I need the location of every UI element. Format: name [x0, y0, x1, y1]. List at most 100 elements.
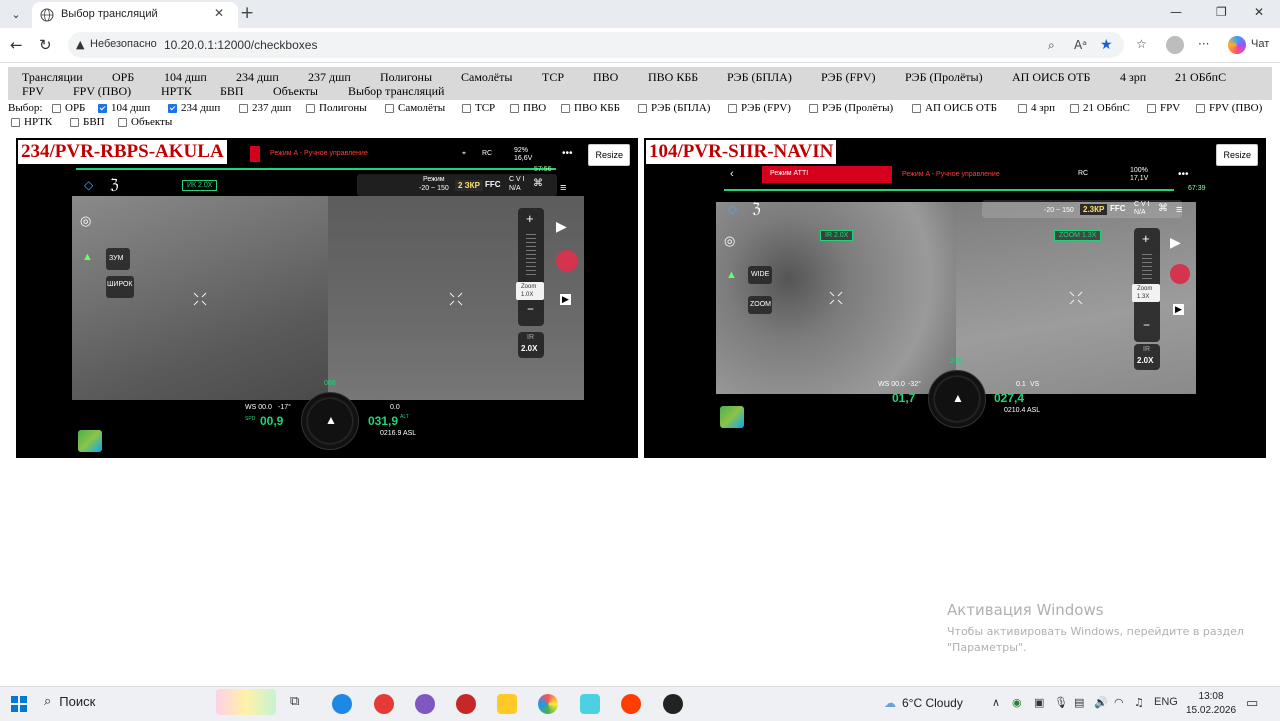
checkbox[interactable]: [1070, 103, 1079, 113]
nav-link[interactable]: ПВО КББ: [648, 70, 698, 85]
zoom-mode-button[interactable]: ЗУМ: [106, 248, 130, 270]
zoom-slider[interactable]: [526, 234, 536, 276]
checkbox-label[interactable]: Самолёты: [398, 102, 445, 114]
checkbox-item[interactable]: ПВО: [510, 102, 546, 114]
checkbox[interactable]: [638, 103, 647, 113]
language-indicator[interactable]: ENG: [1154, 696, 1178, 708]
nav-link[interactable]: 21 ОБбпС: [1175, 70, 1226, 85]
record-button[interactable]: [1170, 264, 1190, 284]
checkbox-label[interactable]: РЭБ (FPV): [741, 102, 791, 114]
settings-sliders-icon[interactable]: ≡: [1176, 204, 1182, 216]
zoom-in-icon[interactable]: +: [1142, 231, 1150, 246]
target-lock-icon[interactable]: ◎: [80, 213, 91, 229]
notification-icon[interactable]: ▭: [1246, 696, 1258, 711]
checkbox-item[interactable]: РЭБ (FPV): [728, 102, 791, 114]
ffc-button[interactable]: FFC: [1110, 204, 1126, 213]
ffc-button[interactable]: FFC: [485, 180, 501, 189]
zoom-mode-label[interactable]: ЗУМ: [109, 255, 123, 262]
checkbox-item[interactable]: 234 дшп: [168, 102, 220, 114]
wide-mode-button[interactable]: ШИРОК: [106, 276, 134, 298]
checkbox[interactable]: [239, 103, 248, 113]
search-label[interactable]: Поиск: [59, 694, 95, 709]
resize-button[interactable]: Resize: [1216, 144, 1258, 166]
checkbox-label[interactable]: Полигоны: [319, 102, 367, 114]
checkbox-item[interactable]: 237 дшп: [239, 102, 291, 114]
checkbox-label[interactable]: ПВО: [523, 102, 546, 114]
nav-link[interactable]: 234 дшп: [236, 70, 279, 85]
zoom-out-icon[interactable]: −: [1143, 318, 1150, 332]
app-icon[interactable]: [580, 694, 600, 714]
video-camera-icon[interactable]: ▶︎: [1170, 234, 1181, 251]
checkbox-item[interactable]: НРТК: [11, 116, 52, 128]
yandex-icon[interactable]: [374, 694, 394, 714]
checkbox-label[interactable]: ОРБ: [65, 102, 85, 114]
nav-link[interactable]: FPV (ПВО): [73, 84, 131, 99]
app-icon[interactable]: [456, 694, 476, 714]
waypoint-icon[interactable]: ◇: [84, 178, 93, 192]
task-view-icon[interactable]: ⧉: [290, 694, 310, 714]
nav-link[interactable]: РЭБ (Пролёты): [905, 70, 983, 85]
checkbox-label[interactable]: Объекты: [131, 116, 172, 128]
wide-mode-button[interactable]: WIDE: [748, 266, 772, 284]
checkbox[interactable]: [561, 103, 570, 113]
checkbox-label[interactable]: FPV: [1160, 102, 1180, 114]
taskbar-search[interactable]: ⌕ Поиск: [44, 694, 95, 709]
checkbox-item[interactable]: РЭБ (БПЛА): [638, 102, 710, 114]
checkbox-item[interactable]: 4 зрп: [1018, 102, 1055, 114]
ir-zoom-control[interactable]: IR 2.0X: [518, 332, 544, 358]
checkbox-item[interactable]: ПВО КББ: [561, 102, 620, 114]
clock[interactable]: 13:08 15.02.2026: [1186, 690, 1236, 718]
checkbox-item[interactable]: Полигоны: [306, 102, 367, 114]
nav-link[interactable]: БВП: [220, 84, 244, 99]
checkbox[interactable]: [385, 103, 394, 113]
edge-browser-icon[interactable]: [332, 694, 352, 714]
file-explorer-icon[interactable]: [497, 694, 517, 714]
copilot-icon[interactable]: [1228, 36, 1246, 54]
drone-mode-icon[interactable]: ℨ: [110, 176, 119, 193]
tray-app-icon[interactable]: ▤: [1074, 696, 1084, 709]
zoom-search-icon[interactable]: ⌕: [1048, 38, 1055, 53]
nav-link[interactable]: НРТК: [161, 84, 192, 99]
checkbox[interactable]: [11, 117, 20, 127]
checkbox-checked[interactable]: [168, 103, 177, 113]
windows-start-icon[interactable]: [11, 696, 27, 712]
volume-icon[interactable]: 🔊: [1094, 696, 1108, 709]
nav-link[interactable]: Трансляции: [22, 70, 83, 85]
reload-icon[interactable]: ↻: [39, 36, 52, 54]
tab-actions-menu-icon[interactable]: ⌄: [6, 4, 26, 24]
warning-icon[interactable]: ▲: [76, 38, 84, 51]
temp-tag[interactable]: 2 ЗКР: [455, 180, 483, 191]
nav-link[interactable]: 104 дшп: [164, 70, 207, 85]
more-menu-icon[interactable]: ···: [1198, 37, 1209, 51]
url-text[interactable]: 10.20.0.1:12000/checkboxes: [164, 38, 317, 52]
favorites-icon[interactable]: ☆: [1136, 37, 1147, 51]
map-icon[interactable]: [720, 406, 744, 428]
nav-link[interactable]: ОРБ: [112, 70, 134, 85]
checkbox-label[interactable]: ТСР: [475, 102, 495, 114]
checkbox-item[interactable]: 104 дшп: [98, 102, 150, 114]
checkbox-label[interactable]: РЭБ (БПЛА): [651, 102, 710, 114]
chat-label[interactable]: Чат: [1251, 38, 1269, 50]
checkbox[interactable]: [306, 103, 315, 113]
checkbox[interactable]: [728, 103, 737, 113]
back-icon[interactable]: ←: [10, 36, 23, 54]
favorite-star-icon[interactable]: ★: [1100, 37, 1113, 53]
checkbox-item[interactable]: 21 ОБбпС: [1070, 102, 1130, 114]
settings-sliders-icon[interactable]: ≡: [560, 182, 566, 194]
checkbox[interactable]: [912, 103, 921, 113]
checkbox-label[interactable]: БВП: [83, 116, 105, 128]
back-arrow-icon[interactable]: ‹: [730, 168, 734, 180]
checkbox-item[interactable]: Самолёты: [385, 102, 445, 114]
nav-link[interactable]: Объекты: [273, 84, 318, 99]
checkbox[interactable]: [70, 117, 79, 127]
checkbox-label[interactable]: РЭБ (Пролёты): [822, 102, 893, 114]
nav-link[interactable]: Полигоны: [380, 70, 432, 85]
weather-widget[interactable]: ☁ 6°C Cloudy: [884, 696, 963, 710]
zoom-mode-button[interactable]: ZOOM: [748, 296, 772, 314]
link-icon[interactable]: ⌘: [1158, 203, 1168, 214]
temp-tag[interactable]: 2.3КР: [1080, 204, 1108, 215]
maximize-icon[interactable]: ❐: [1216, 5, 1227, 19]
gimbal-icon[interactable]: ▲: [82, 251, 93, 263]
zoom-in-icon[interactable]: +: [526, 211, 534, 226]
search-highlight-image[interactable]: [216, 689, 276, 715]
